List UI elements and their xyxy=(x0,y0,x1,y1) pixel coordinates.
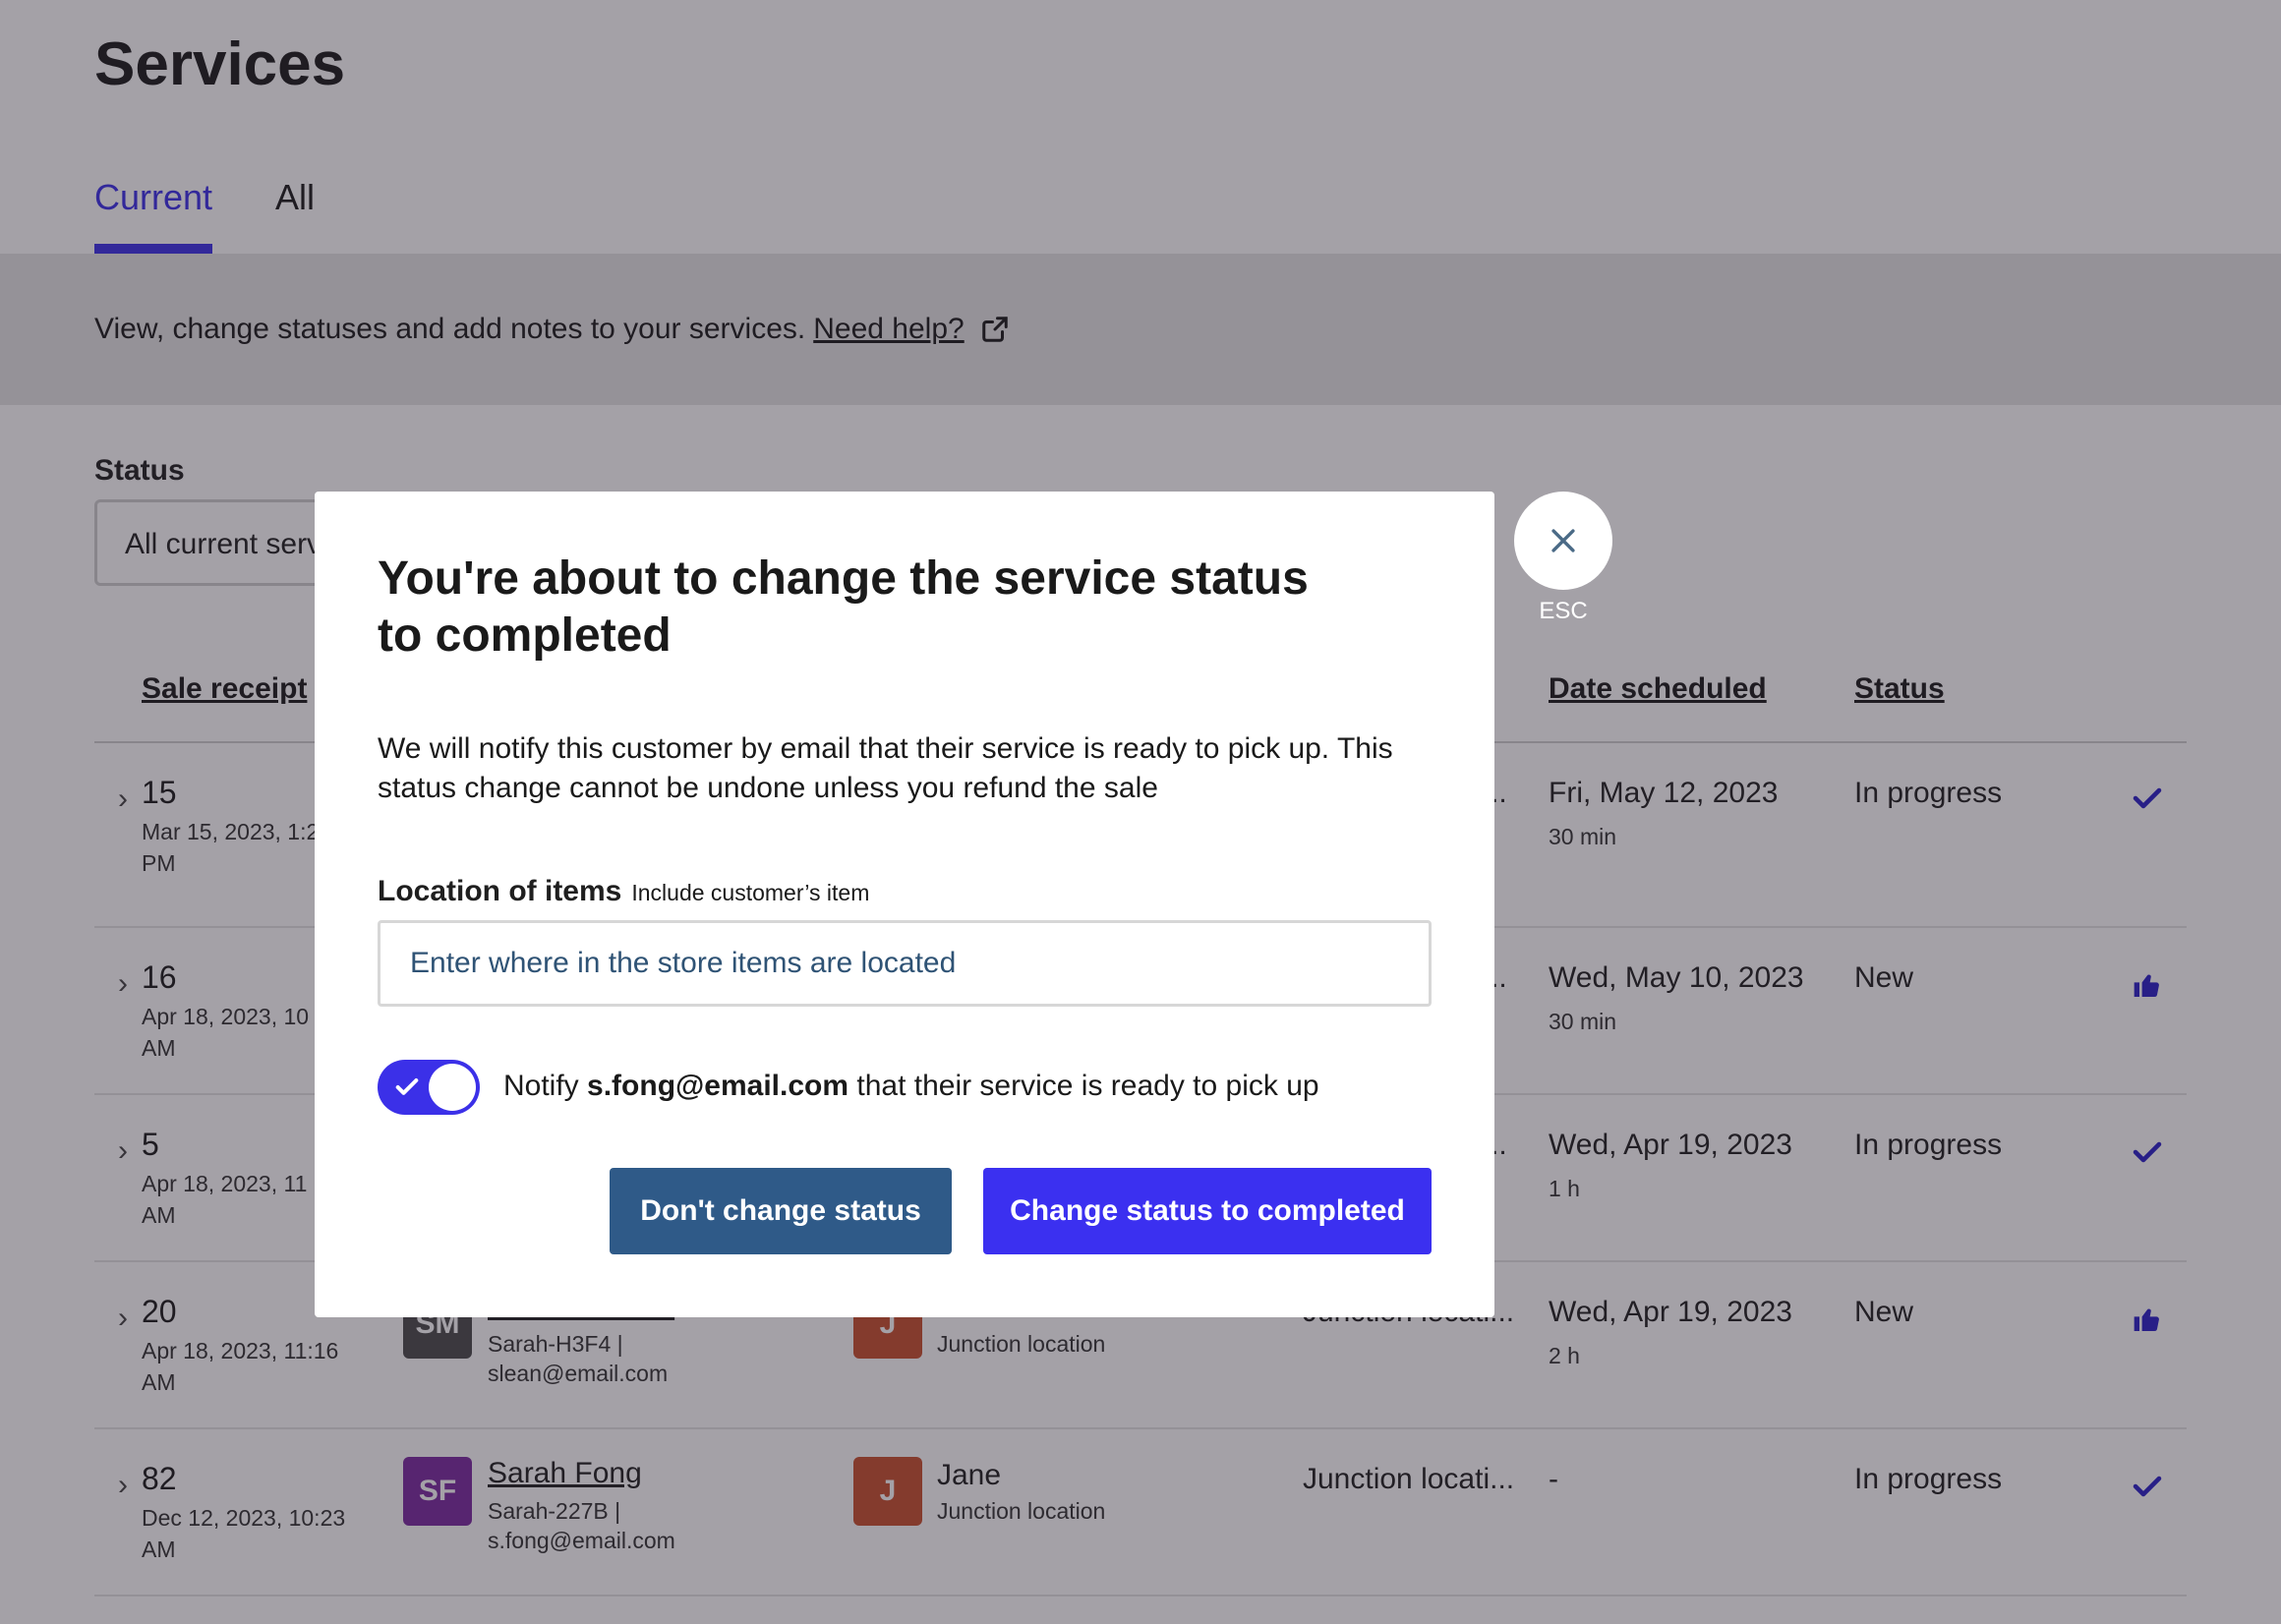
location-label-text: Location of items xyxy=(378,875,622,907)
dont-change-status-button[interactable]: Don't change status xyxy=(610,1168,952,1254)
notify-toggle[interactable] xyxy=(378,1060,480,1115)
toggle-knob xyxy=(429,1064,476,1111)
check-icon xyxy=(395,1078,419,1095)
location-input[interactable] xyxy=(378,920,1432,1007)
close-icon xyxy=(1551,529,1575,552)
dialog-title: You're about to change the service statu… xyxy=(378,552,1309,662)
esc-label: ESC xyxy=(1539,598,1588,624)
close-modal-button[interactable] xyxy=(1514,492,1612,590)
location-label: Location of items Include customer’s ite… xyxy=(378,875,869,908)
notify-suffix: that their service is ready to pick up xyxy=(856,1070,1319,1102)
notify-prefix: Notify xyxy=(503,1070,579,1102)
change-status-completed-button[interactable]: Change status to completed xyxy=(983,1168,1432,1254)
notify-text: Notify s.fong@email.com that their servi… xyxy=(503,1070,1319,1103)
change-status-dialog: You're about to change the service statu… xyxy=(315,492,1494,1317)
dialog-description: We will notify this customer by email th… xyxy=(378,732,1393,804)
location-hint: Include customer’s item xyxy=(631,880,870,905)
notify-email: s.fong@email.com xyxy=(587,1070,849,1102)
